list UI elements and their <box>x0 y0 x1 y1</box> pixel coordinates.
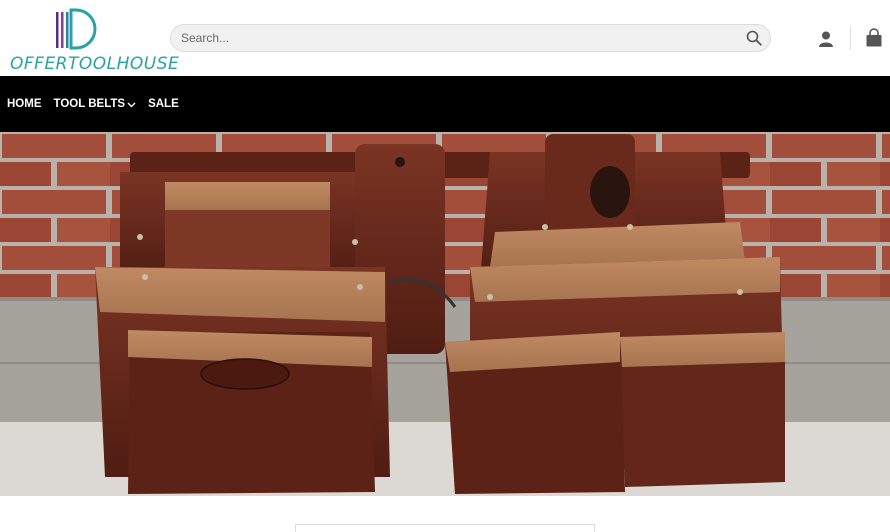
nav-item-label: SALE <box>148 98 179 110</box>
shopping-bag-icon[interactable] <box>864 28 884 48</box>
nav-item-sale[interactable]: SALE <box>148 98 179 110</box>
header-divider <box>850 26 851 50</box>
nav-item-home[interactable]: HOME <box>7 98 42 110</box>
main-nav: HOME TOOL BELTS SALE <box>0 76 890 132</box>
site-logo[interactable]: OFFERTOOLHOUSE <box>8 4 179 74</box>
nav-item-label: TOOL BELTS <box>53 98 126 110</box>
logo-text: OFFERTOOLHOUSE <box>10 54 180 74</box>
nav-item-tool-belts[interactable]: TOOL BELTS <box>54 98 137 110</box>
search-icon[interactable] <box>746 30 762 46</box>
hero-image <box>0 132 890 496</box>
site-header: OFFERTOOLHOUSE <box>0 0 890 76</box>
search-bar <box>170 24 771 52</box>
search-input[interactable] <box>181 25 741 51</box>
user-icon[interactable] <box>817 30 835 48</box>
content-box-top <box>295 524 595 532</box>
nav-item-label: HOME <box>7 98 42 110</box>
logo-mark-icon <box>56 8 97 50</box>
chevron-down-icon <box>127 102 136 107</box>
hero-banner <box>0 132 890 496</box>
